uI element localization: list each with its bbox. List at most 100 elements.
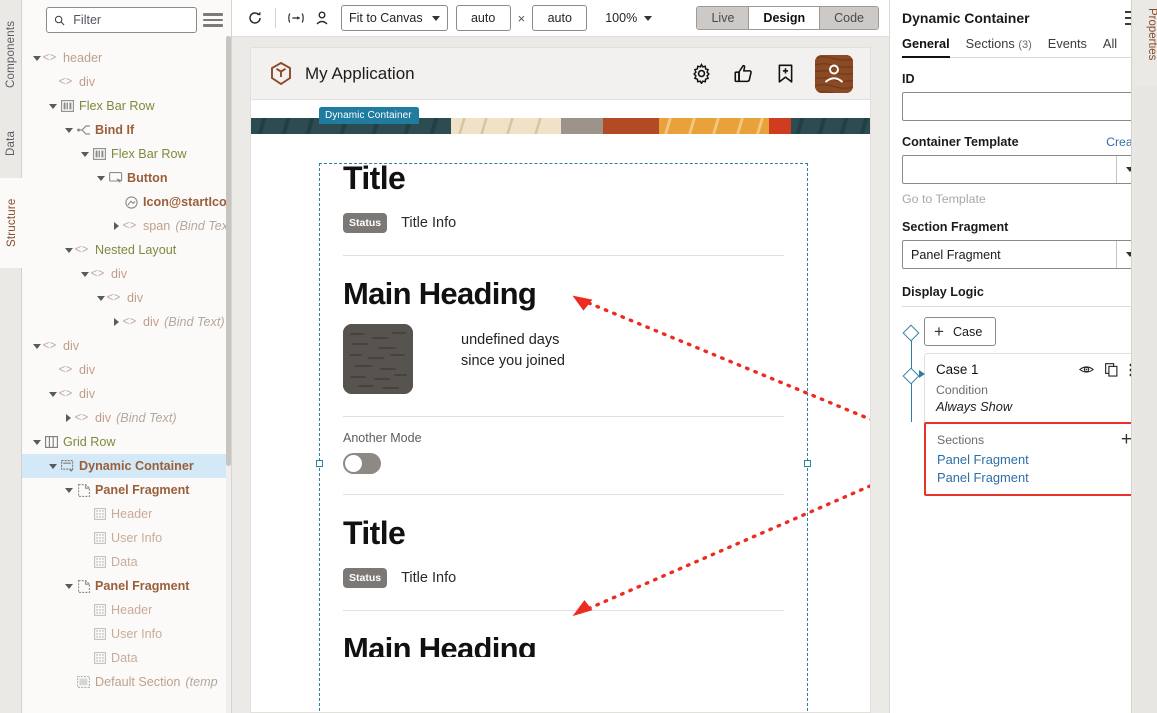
id-input[interactable] [902, 92, 1143, 121]
add-case-button[interactable]: + Case [924, 317, 997, 346]
tree-item-icon-starticon[interactable]: Icon@startIcon [22, 190, 231, 214]
tree-item-div[interactable]: <> div (Bind Text) [22, 310, 231, 334]
tree-item-label: Header [111, 507, 153, 521]
tree-item-span[interactable]: <> span (Bind Text) [22, 214, 231, 238]
go-to-template-link[interactable]: Go to Template [902, 192, 1143, 206]
tree-caret-icon[interactable] [62, 248, 75, 253]
person-icon[interactable] [309, 5, 335, 31]
tree-caret-icon[interactable] [46, 464, 59, 469]
tree-item-div[interactable]: <> div [22, 358, 231, 382]
tree-item-label: Data [111, 651, 138, 665]
case-actions [1079, 362, 1133, 377]
tree-item-dynamic-container[interactable]: Dynamic Container [22, 454, 231, 478]
tree-item-panel-fragment[interactable]: Panel Fragment [22, 478, 231, 502]
tree-item-data[interactable]: Data [22, 646, 231, 670]
refresh-icon[interactable] [242, 5, 268, 31]
zoom-select[interactable]: 100% [605, 11, 653, 25]
tree-caret-icon[interactable] [30, 440, 43, 445]
tree-caret-icon[interactable] [110, 222, 123, 230]
tree-caret-icon[interactable] [46, 104, 59, 109]
fit-to-canvas-select[interactable]: Fit to Canvas [341, 5, 448, 31]
tree-caret-icon[interactable] [62, 414, 75, 422]
tree-item-flex-bar-row[interactable]: Flex Bar Row [22, 94, 231, 118]
height-value: auto [547, 11, 572, 25]
tree-item-div[interactable]: <> div [22, 70, 231, 94]
horizontal-resize-icon[interactable] [283, 5, 309, 31]
tree-caret-icon[interactable] [62, 584, 75, 589]
tree-item-div[interactable]: <> div [22, 262, 231, 286]
tab-general[interactable]: General [902, 36, 950, 58]
tree-item-flex-bar-row[interactable]: Flex Bar Row [22, 142, 231, 166]
tab-events-label: Events [1047, 36, 1087, 51]
tree-item-header[interactable]: Header [22, 598, 231, 622]
structure-scrollbar[interactable] [226, 36, 231, 713]
dimension-separator: × [517, 10, 526, 26]
tree-caret-icon[interactable] [62, 488, 75, 493]
tree-item-div[interactable]: <> div [22, 334, 231, 358]
tree-item-user-info[interactable]: User Info [22, 622, 231, 646]
tree-item-header[interactable]: <> header [22, 46, 231, 70]
case-fragment-link-2[interactable]: Panel Fragment [937, 467, 1132, 485]
case-fragment-link-1[interactable]: Panel Fragment [937, 449, 1132, 467]
avatar[interactable] [815, 54, 853, 93]
rail-tab-components[interactable]: Components [0, 6, 22, 102]
properties-rail: Properties [1131, 0, 1157, 713]
section-fragment-select[interactable]: Panel Fragment [902, 240, 1143, 269]
resize-handle-right[interactable] [804, 460, 811, 467]
tree-caret-icon[interactable] [46, 392, 59, 397]
rail-tab-structure[interactable]: Structure [0, 178, 22, 268]
tree-caret-icon[interactable] [110, 318, 123, 326]
tree-item-nested-layout[interactable]: <> Nested Layout [22, 238, 231, 262]
fragment-icon [75, 483, 92, 497]
container-template-select[interactable] [902, 155, 1143, 184]
mode-code[interactable]: Code [820, 7, 878, 29]
tree-item-user-info[interactable]: User Info [22, 526, 231, 550]
tree-item-div[interactable]: <> div (Bind Text) [22, 406, 231, 430]
center-column: Fit to Canvas auto × auto 100% Live Desi… [232, 0, 889, 713]
properties-rail-label[interactable]: Properties [1132, 0, 1157, 68]
thumbs-up-icon[interactable] [731, 61, 756, 86]
tree-caret-icon[interactable] [30, 344, 43, 349]
tree-caret-icon[interactable] [94, 176, 107, 181]
eye-icon[interactable] [1079, 363, 1094, 376]
tree-item-panel-fragment[interactable]: Panel Fragment [22, 574, 231, 598]
tree-item-bind-if[interactable]: Bind If [22, 118, 231, 142]
tree-item-data[interactable]: Data [22, 550, 231, 574]
tree-caret-icon[interactable] [30, 56, 43, 61]
tree-caret-icon[interactable] [78, 152, 91, 157]
gear-icon[interactable] [689, 61, 714, 86]
tree-item-label: User Info [111, 531, 163, 545]
bookmark-add-icon[interactable] [773, 61, 798, 86]
tab-sections[interactable]: Sections (3) [966, 36, 1032, 57]
tree-item-header[interactable]: Header [22, 502, 231, 526]
properties-title: Dynamic Container [902, 10, 1030, 26]
dynamic-container-selection[interactable] [316, 163, 811, 712]
tree-caret-icon[interactable] [62, 128, 75, 133]
width-input[interactable]: auto [455, 5, 511, 31]
tab-events[interactable]: Events [1048, 36, 1087, 57]
tree-caret-icon[interactable] [94, 296, 107, 301]
tree-item-default-section[interactable]: Default Section (temp [22, 670, 231, 694]
tree-item-label: Bind If [95, 123, 135, 137]
duplicate-icon[interactable] [1105, 362, 1118, 377]
tree-item-grid-row[interactable]: Grid Row [22, 430, 231, 454]
height-input[interactable]: auto [532, 5, 588, 31]
tree-item-div[interactable]: <> div [22, 286, 231, 310]
mode-design[interactable]: Design [749, 7, 821, 29]
structure-menu-icon[interactable] [203, 10, 223, 30]
filter-box[interactable] [46, 7, 197, 33]
tree-caret-icon[interactable] [78, 272, 91, 277]
filter-input[interactable] [71, 12, 189, 28]
resize-handle-left[interactable] [316, 460, 323, 467]
mode-live[interactable]: Live [697, 7, 750, 29]
defsec-icon [75, 676, 92, 688]
tab-all[interactable]: All [1103, 36, 1117, 57]
tree-item-button[interactable]: Button [22, 166, 231, 190]
rail-tab-data[interactable]: Data [0, 118, 22, 168]
tree-item-binding: (Bind Text) [164, 315, 225, 329]
tree-item-div[interactable]: <> div [22, 382, 231, 406]
code-tag-icon: <> [74, 243, 89, 257]
fragment-icon [75, 579, 92, 593]
chevron-down-icon [644, 15, 653, 21]
component-tree[interactable]: <> header <> div Flex Bar Row Bind If Flex Bar… [22, 40, 231, 713]
